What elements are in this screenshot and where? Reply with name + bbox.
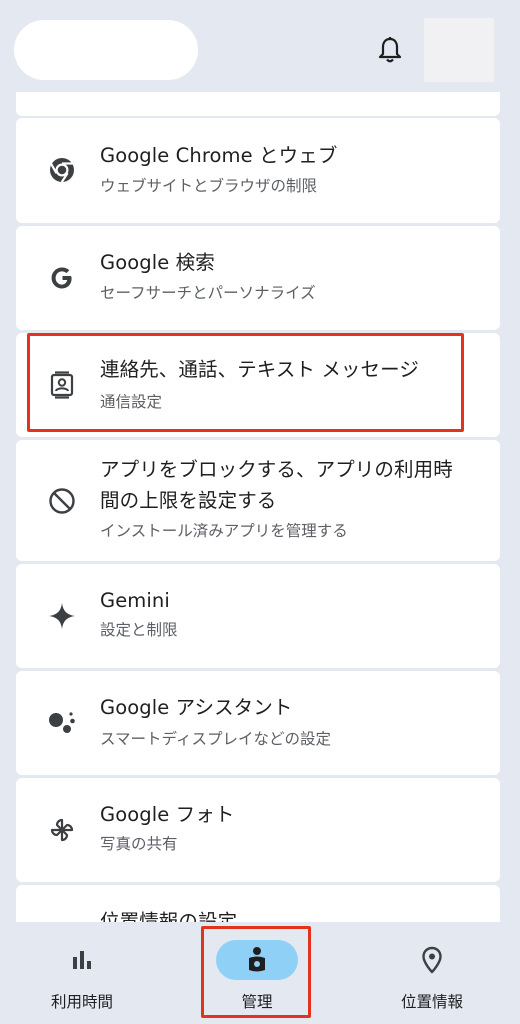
google-g-icon <box>46 262 78 294</box>
photos-pinwheel-icon <box>46 814 78 846</box>
google-photos-subtitle: 写真の共有 <box>100 835 178 853</box>
chrome-icon <box>46 154 78 186</box>
location-pin-icon <box>391 940 473 980</box>
nav-location[interactable]: 位置情報 <box>391 922 473 1024</box>
gemini-sparkle-icon <box>46 600 78 632</box>
list-item-google-photos[interactable]: Google フォト 写真の共有 <box>16 778 500 882</box>
nav-usage-time-label: 利用時間 <box>50 993 113 1011</box>
account-switcher[interactable] <box>14 20 198 80</box>
chrome-subtitle: ウェブサイトとブラウザの制限 <box>100 177 318 195</box>
highlight-box-contacts <box>27 333 464 432</box>
google-assistant-title: Google アシスタント <box>100 696 293 719</box>
notifications-bell-icon[interactable] <box>374 34 406 66</box>
block-apps-title-line1: アプリをブロックする、アプリの利用時 <box>100 458 453 481</box>
gemini-subtitle: 設定と制限 <box>100 621 178 639</box>
list-item-gemini[interactable]: Gemini 設定と制限 <box>16 564 500 668</box>
block-apps-subtitle: インストール済みアプリを管理する <box>100 522 348 540</box>
google-search-subtitle: セーフサーチとパーソナライズ <box>100 284 316 302</box>
list-item-chrome[interactable]: Google Chrome とウェブ ウェブサイトとブラウザの制限 <box>16 118 500 223</box>
nav-usage-time[interactable]: 利用時間 <box>41 922 123 1024</box>
list-item-google-search[interactable]: Google 検索 セーフサーチとパーソナライズ <box>16 226 500 330</box>
partial-top-title: ツール <box>100 92 480 103</box>
nav-location-label: 位置情報 <box>400 993 463 1011</box>
bar-chart-icon <box>41 940 123 980</box>
list-item-location-settings[interactable]: 位置情報の設定 <box>16 885 500 922</box>
manage-settings-list[interactable]: ツール Google Chrome とウェブ ウェブサイトとブラウザの制限 Go… <box>0 92 520 922</box>
assistant-icon <box>46 707 78 739</box>
block-icon <box>46 485 78 517</box>
list-item-partial-top[interactable]: ツール <box>16 92 500 116</box>
chrome-title: Google Chrome とウェブ <box>100 144 338 167</box>
google-assistant-subtitle: スマートディスプレイなどの設定 <box>100 730 331 748</box>
highlight-box-manage <box>201 926 311 1018</box>
location-settings-title: 位置情報の設定 <box>100 910 238 922</box>
top-app-bar <box>0 0 520 92</box>
gemini-title: Gemini <box>100 589 170 612</box>
list-item-block-apps[interactable]: アプリをブロックする、アプリの利用時 間の上限を設定する インストール済みアプリ… <box>16 440 500 561</box>
google-photos-title: Google フォト <box>100 803 235 826</box>
google-search-title: Google 検索 <box>100 251 215 274</box>
block-apps-title-line2: 間の上限を設定する <box>100 489 277 512</box>
profile-avatar[interactable] <box>424 18 494 82</box>
list-item-google-assistant[interactable]: Google アシスタント スマートディスプレイなどの設定 <box>16 671 500 775</box>
